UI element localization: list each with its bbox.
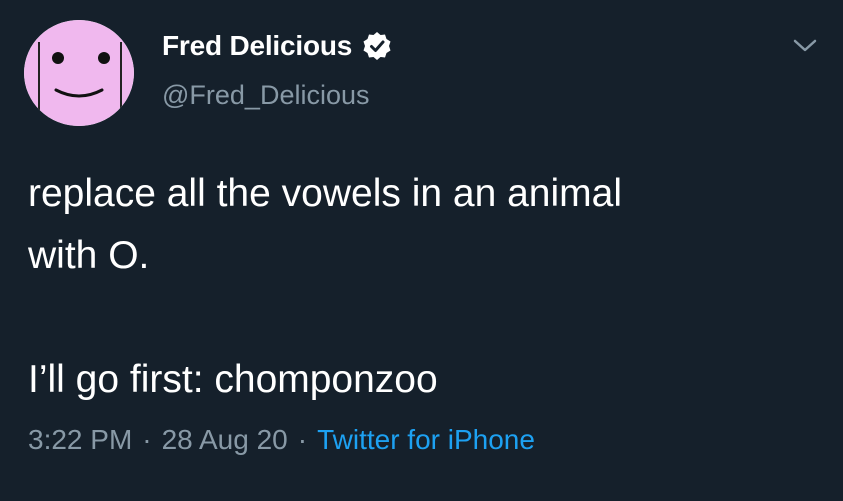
verified-badge-icon	[362, 31, 392, 61]
tweet-text-line-1: replace all the vowels in an animal	[28, 172, 622, 215]
tweet-source-link[interactable]: Twitter for iPhone	[317, 424, 535, 456]
tweet-text-line-2: with O.	[28, 234, 150, 277]
smiley-face-icon	[24, 20, 134, 126]
tweet-text: replace all the vowels in an animal with…	[28, 163, 818, 411]
user-handle[interactable]: @Fred_Delicious	[162, 80, 369, 111]
separator-dot: ·	[142, 424, 152, 455]
tweet-metadata: 3:22 PM · 28 Aug 20 · Twitter for iPhone	[28, 424, 535, 456]
tweet-time[interactable]: 3:22 PM	[28, 424, 132, 456]
user-avatar[interactable]	[24, 20, 134, 126]
separator-dot: ·	[297, 424, 308, 455]
display-name[interactable]: Fred Delicious	[162, 30, 352, 62]
chevron-down-icon[interactable]	[792, 36, 818, 56]
tweet-date[interactable]: 28 Aug 20	[162, 424, 288, 456]
tweet-card: Fred Delicious @Fred_Delicious replace a…	[0, 0, 843, 501]
tweet-text-line-3: I’ll go first: chomponzoo	[28, 358, 438, 401]
name-row: Fred Delicious	[162, 26, 392, 66]
